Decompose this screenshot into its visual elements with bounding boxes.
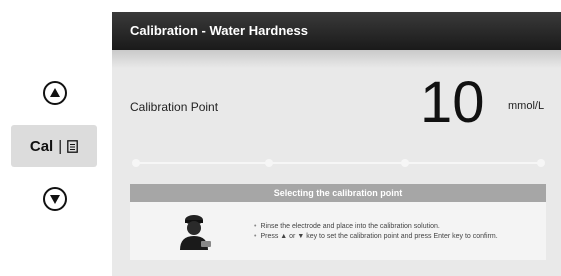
instruction-item: Rinse the electrode and place into the c…	[254, 222, 498, 232]
calibration-unit: mmol/L	[508, 100, 545, 112]
track-point-1[interactable]	[132, 159, 140, 167]
title-bar: Calibration - Water Hardness	[112, 12, 561, 50]
screen-title: Calibration - Water Hardness	[130, 23, 308, 38]
calibration-point-track	[132, 159, 545, 167]
title-shadow	[112, 50, 561, 68]
document-icon	[67, 139, 78, 153]
calibration-value: 10	[420, 70, 485, 135]
track-point-4[interactable]	[537, 159, 545, 167]
separator: |	[58, 137, 63, 155]
instruction-item: Press ▲ or ▼ key to set the calibration …	[254, 232, 497, 242]
track-point-3[interactable]	[401, 159, 409, 167]
technician-icon	[180, 215, 211, 250]
instruction-list: Rinse the electrode and place into the c…	[254, 222, 498, 242]
arrow-up-icon	[50, 88, 60, 97]
track-point-2[interactable]	[265, 159, 273, 167]
info-panel: Rinse the electrode and place into the c…	[130, 202, 546, 260]
down-button[interactable]	[43, 187, 67, 211]
instrument-screen: Calibration - Water Hardness Calibration…	[112, 12, 561, 276]
up-button[interactable]	[43, 81, 67, 105]
cal-button[interactable]: Cal |	[11, 125, 97, 167]
calibration-point-label: Calibration Point	[130, 100, 219, 114]
arrow-down-icon	[50, 195, 60, 204]
cal-label: Cal	[29, 137, 54, 155]
info-panel-heading: Selecting the calibration point	[130, 184, 546, 202]
